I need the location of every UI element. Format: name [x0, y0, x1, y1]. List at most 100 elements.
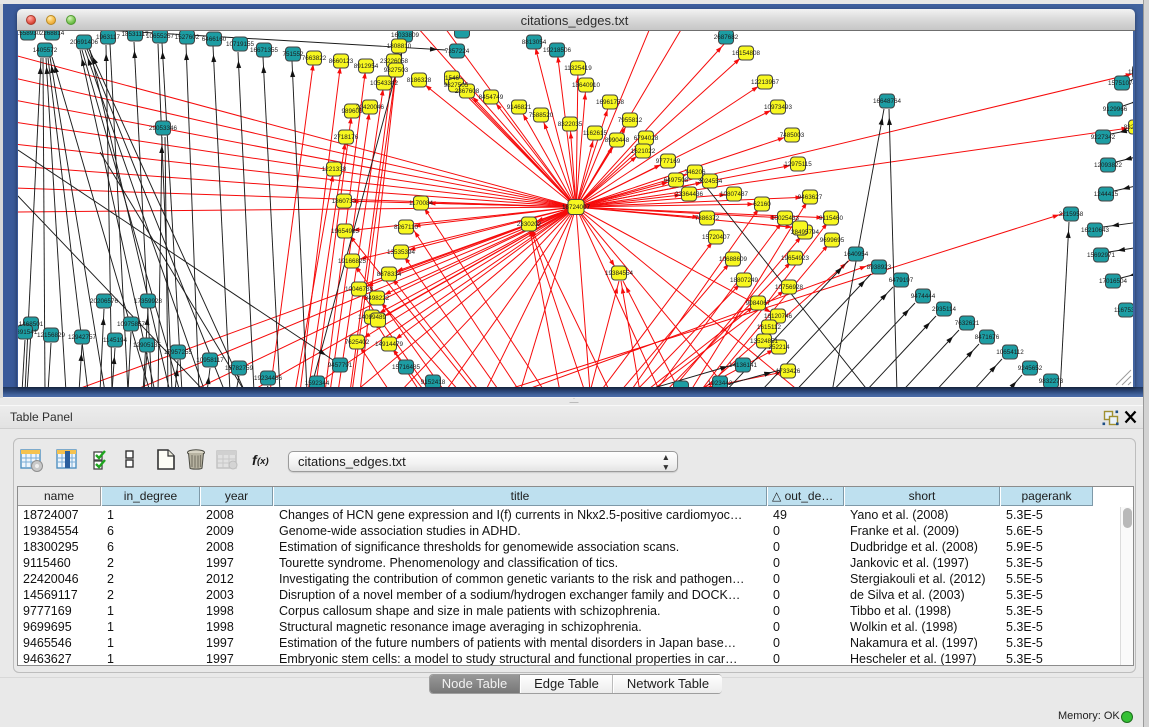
svg-text:9146821: 9146821	[507, 104, 532, 111]
svg-text:9474444: 9474444	[911, 293, 936, 300]
svg-text:1592344: 1592344	[305, 380, 330, 387]
svg-text:14914479: 14914479	[375, 341, 404, 348]
svg-text:7588520: 7588520	[529, 112, 554, 119]
svg-text:17957255: 17957255	[164, 349, 193, 356]
svg-text:18724007: 18724007	[562, 204, 591, 211]
svg-text:2330202: 2330202	[517, 221, 542, 228]
svg-text:9227342: 9227342	[1091, 134, 1116, 141]
svg-text:6466160: 6466160	[202, 36, 227, 43]
svg-text:3215958: 3215958	[1059, 211, 1084, 218]
svg-text:19654985: 19654985	[331, 228, 360, 235]
svg-text:8471676: 8471676	[975, 334, 1000, 341]
svg-text:16154808: 16154808	[732, 50, 761, 57]
svg-text:1808810: 1808810	[387, 43, 412, 50]
svg-text:15720407: 15720407	[702, 234, 731, 241]
svg-text:7955812: 7955812	[618, 117, 643, 124]
svg-text:7625402: 7625402	[345, 339, 370, 346]
svg-text:7485003: 7485003	[780, 132, 805, 139]
svg-text:3024554: 3024554	[698, 178, 723, 185]
svg-text:1391541: 1391541	[18, 329, 38, 336]
svg-text:6497508: 6497508	[664, 177, 689, 184]
svg-text:62160: 62160	[753, 201, 771, 208]
svg-text:8990448: 8990448	[605, 137, 630, 144]
svg-text:16210643: 16210643	[1081, 227, 1110, 234]
svg-text:28495794: 28495794	[791, 229, 820, 236]
svg-text:2935114: 2935114	[932, 306, 957, 313]
svg-text:1923442: 1923442	[708, 380, 733, 387]
svg-text:1221338: 1221338	[322, 166, 347, 173]
svg-text:16120746: 16120746	[764, 313, 793, 320]
svg-text:12905135: 12905135	[133, 342, 162, 349]
svg-text:10655267: 10655267	[146, 33, 175, 40]
svg-text:18807249: 18807249	[730, 277, 759, 284]
svg-text:10688609: 10688609	[719, 256, 748, 263]
svg-text:16648764: 16648764	[873, 98, 902, 105]
svg-text:9129966: 9129966	[1103, 106, 1128, 113]
svg-text:7663822: 7663822	[302, 55, 327, 62]
svg-text:7632621: 7632621	[955, 320, 980, 327]
svg-text:14136141: 14136141	[729, 362, 758, 369]
svg-text:15716485: 15716485	[392, 364, 421, 371]
svg-text:19218506: 19218506	[543, 47, 572, 54]
svg-text:8660123: 8660123	[329, 58, 354, 65]
svg-text:16033809: 16033809	[391, 32, 420, 39]
svg-text:7386372: 7386372	[695, 215, 720, 222]
svg-text:1860733: 1860733	[332, 198, 357, 205]
svg-text:16782759: 16782759	[225, 365, 254, 372]
svg-text:12975115: 12975115	[784, 161, 812, 168]
svg-text:6479197: 6479197	[889, 277, 914, 284]
svg-text:9832273: 9832273	[1039, 378, 1064, 385]
svg-text:8322035: 8322035	[1124, 124, 1133, 131]
svg-text:8322035: 8322035	[558, 121, 583, 128]
svg-text:8454749: 8454749	[479, 94, 504, 101]
svg-text:10975857: 10975857	[117, 321, 146, 328]
svg-text:2687682: 2687682	[714, 34, 739, 41]
svg-text:16671355: 16671355	[250, 47, 279, 54]
svg-text:9827503: 9827503	[384, 67, 409, 74]
svg-text:9457791: 9457791	[328, 362, 353, 369]
svg-text:10654112: 10654112	[996, 349, 1024, 356]
svg-text:6794028: 6794028	[634, 135, 659, 142]
svg-text:17359928: 17359928	[134, 298, 163, 305]
svg-text:19234466: 19234466	[254, 375, 283, 382]
svg-text:8186328: 8186328	[407, 77, 432, 84]
svg-text:1405572: 1405572	[33, 47, 58, 54]
svg-text:12093822: 12093822	[1094, 162, 1123, 169]
svg-text:1621022: 1621022	[631, 148, 656, 155]
svg-text:14099489: 14099489	[358, 314, 387, 321]
svg-text:8878334: 8878334	[377, 271, 402, 278]
svg-text:9084067: 9084067	[746, 300, 771, 307]
svg-text:10973493: 10973493	[764, 104, 793, 111]
svg-text:10025433: 10025433	[771, 215, 800, 222]
svg-text:8912954: 8912954	[354, 63, 379, 70]
svg-text:1963117: 1963117	[96, 34, 121, 41]
svg-text:1170084: 1170084	[409, 200, 434, 207]
svg-text:18531117: 18531117	[121, 31, 149, 38]
svg-text:11325419: 11325419	[564, 65, 592, 72]
svg-text:8813054: 8813054	[522, 39, 547, 46]
svg-text:13535394: 13535394	[387, 249, 416, 256]
svg-text:8938923: 8938923	[867, 264, 892, 271]
svg-text:1733426: 1733426	[776, 368, 801, 375]
svg-text:9115460: 9115460	[819, 215, 844, 222]
svg-text:15692971: 15692971	[1087, 252, 1116, 259]
svg-text:23226058: 23226058	[380, 58, 409, 65]
svg-text:(x): (x)	[257, 456, 269, 467]
svg-text:29053346: 29053346	[149, 125, 178, 132]
svg-text:19654923: 19654923	[781, 255, 810, 262]
svg-text:16961758: 16961758	[596, 99, 625, 106]
svg-text:10756928: 10756928	[775, 284, 804, 291]
svg-text:746206: 746206	[684, 169, 706, 176]
svg-text:1132547: 1132547	[1128, 69, 1133, 76]
svg-text:3498222: 3498222	[365, 295, 390, 302]
svg-text:2268814: 2268814	[40, 31, 65, 37]
svg-text:18640910: 18640910	[572, 82, 601, 89]
svg-text:12213967: 12213967	[751, 79, 780, 86]
svg-text:9152418: 9152418	[421, 379, 446, 386]
svg-text:10807487: 10807487	[720, 191, 749, 198]
svg-text:9245652: 9245652	[1018, 365, 1043, 372]
svg-text:8267110: 8267110	[394, 224, 419, 231]
svg-text:9463627: 9463627	[798, 194, 823, 201]
svg-text:12156829: 12156829	[37, 332, 66, 339]
svg-text:9777169: 9777169	[656, 158, 681, 165]
